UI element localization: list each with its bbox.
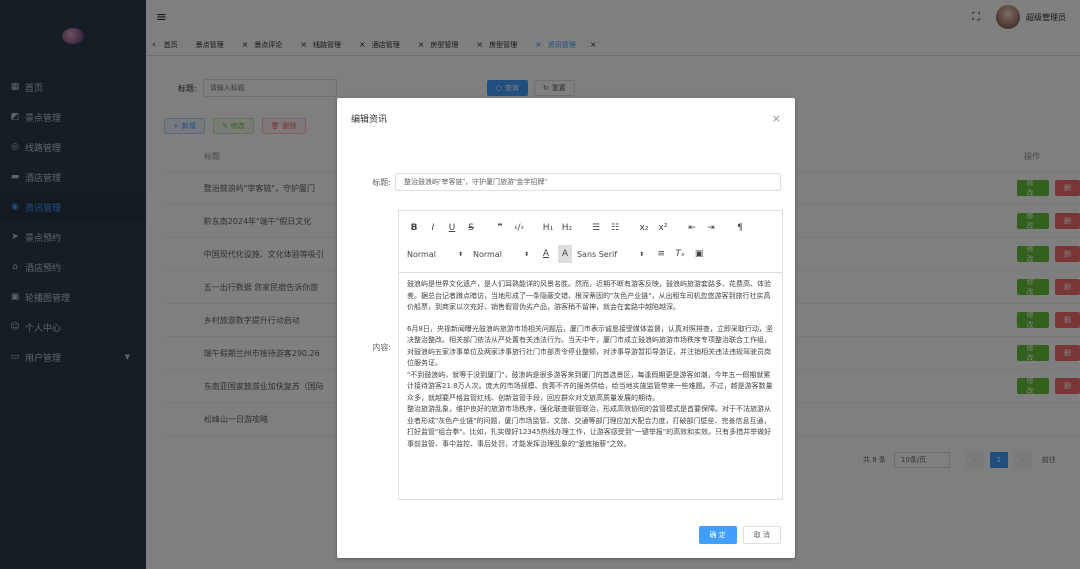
editor-toolbar: B I U S ❞ ‹/› H₁ H₂ ☰ ☷ x₂ x² ⇤ ⇥ ¶ Norm… <box>399 211 782 273</box>
editor-content[interactable]: 鼓浪屿是世界文化遗产，是人们耳熟能详的风景名胜。然而，近期不断有游客反映，鼓浪屿… <box>399 273 782 499</box>
align-icon[interactable]: ≡ <box>654 245 668 263</box>
font-select-value: Sans Serif <box>576 249 618 259</box>
outdent-icon[interactable]: ⇤ <box>685 219 699 237</box>
toolbar-row-2: Normal ⬍ Normal ⬍ A A Sans Serif ⬍ ≡ Tₓ ▣ <box>407 241 774 267</box>
italic-icon[interactable]: I <box>426 219 440 237</box>
dialog-title: 编辑资讯 <box>351 114 388 125</box>
chevron-updown-icon: ⬍ <box>457 250 463 258</box>
chevron-updown-icon: ⬍ <box>639 250 645 258</box>
text-direction-icon[interactable]: ¶ <box>733 219 747 237</box>
form-row-content: 内容: <box>337 342 395 353</box>
size-select[interactable]: Normal ⬍ <box>407 250 463 259</box>
content-label: 内容: <box>372 343 391 352</box>
title-field[interactable] <box>395 173 781 191</box>
ordered-list-icon[interactable]: ☰ <box>589 219 603 237</box>
chevron-updown-icon: ⬍ <box>523 250 529 258</box>
dialog-footer: 确 定 取 消 <box>693 526 781 544</box>
code-block-icon[interactable]: ‹/› <box>512 219 526 237</box>
close-icon[interactable]: × <box>772 112 781 125</box>
edit-news-dialog: 编辑资讯 × 标题: 内容: B I U S ❞ ‹/› H₁ <box>337 98 795 558</box>
strike-icon[interactable]: S <box>464 219 478 237</box>
dialog-header: 编辑资讯 × <box>337 98 795 138</box>
rich-text-editor: B I U S ❞ ‹/› H₁ H₂ ☰ ☷ x₂ x² ⇤ ⇥ ¶ Norm… <box>398 210 783 500</box>
form-row-title: 标题: <box>337 173 781 191</box>
bullet-list-icon[interactable]: ☷ <box>608 219 622 237</box>
header-select-value: Normal <box>472 249 502 259</box>
indent-icon[interactable]: ⇥ <box>704 219 718 237</box>
subscript-icon[interactable]: x₂ <box>637 219 651 237</box>
title-label: 标题: <box>372 177 391 187</box>
toolbar-row-1: B I U S ❞ ‹/› H₁ H₂ ☰ ☷ x₂ x² ⇤ ⇥ ¶ <box>407 215 774 241</box>
underline-icon[interactable]: U <box>445 219 459 237</box>
blockquote-icon[interactable]: ❞ <box>493 219 507 237</box>
clear-format-icon[interactable]: Tₓ <box>673 245 687 263</box>
font-color-icon[interactable]: A <box>539 245 553 263</box>
image-icon[interactable]: ▣ <box>692 245 706 263</box>
confirm-button[interactable]: 确 定 <box>698 526 737 544</box>
header-1-icon[interactable]: H₁ <box>541 219 555 237</box>
header-2-icon[interactable]: H₂ <box>560 219 574 237</box>
background-color-icon[interactable]: A <box>557 245 572 263</box>
editor-paragraph: "不到鼓浪屿，就等于没到厦门"，鼓浪屿是很多游客来到厦门的首选景区，每逢假期更是… <box>407 370 773 402</box>
size-select-value: Normal <box>407 249 436 259</box>
editor-paragraph: 鼓浪屿是世界文化遗产，是人们耳熟能详的风景名胜。然而，近期不断有游客反映，鼓浪屿… <box>407 280 771 311</box>
superscript-icon[interactable]: x² <box>656 219 670 237</box>
header-select[interactable]: Normal ⬍ <box>473 250 529 259</box>
editor-paragraph: 整治旅游乱象，维护良好的旅游市场秩序，强化联查联管联治，形成高效协同的监管模式是… <box>407 405 772 448</box>
editor-paragraph: 6月8日，央视新闻曝光鼓浪屿旅游市场相关问题后，厦门市表示诚恳接受媒体监督，认真… <box>407 324 773 368</box>
app-root: ▦首页 ◩景点管理 ◎线路管理 ▬酒店管理 ◉资讯管理 ➤景点预约 ⌂酒店预约 … <box>0 0 1080 569</box>
font-select[interactable]: Sans Serif ⬍ <box>577 250 644 259</box>
cancel-button[interactable]: 取 消 <box>742 526 781 544</box>
bold-icon[interactable]: B <box>407 219 421 237</box>
